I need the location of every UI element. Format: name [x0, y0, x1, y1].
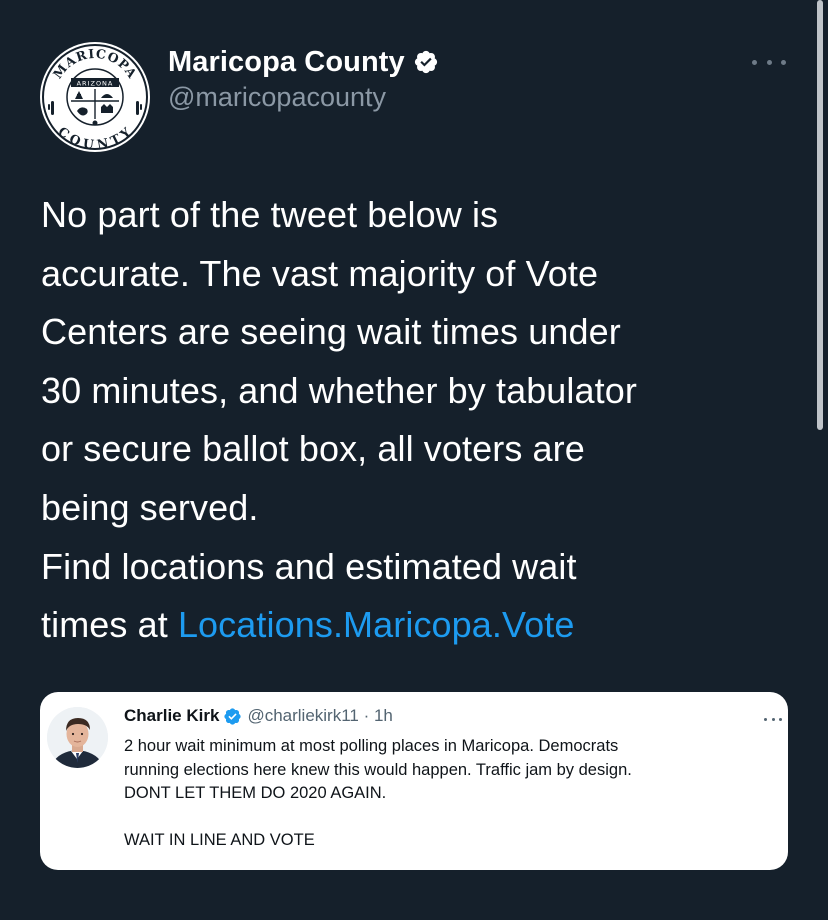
more-dot-icon — [779, 717, 782, 721]
tweet-body-text: No part of the tweet below is accurate. … — [41, 186, 801, 655]
tweet-text-line: accurate. The vast majority of Vote — [41, 252, 599, 294]
maricopa-county-seal-avatar[interactable]: MARICOPA COUNTY ARIZONA — [39, 41, 151, 153]
tweet-text-last-line: times at Locations.Maricopa.Vote — [41, 596, 801, 655]
verified-badge-icon — [414, 50, 437, 74]
tweet-author: Maricopa County @maricopacounty — [168, 42, 439, 113]
more-dot-icon — [752, 59, 757, 65]
scrollbar[interactable] — [817, 0, 823, 430]
quoted-text-line: DONT LET THEM DO 2020 AGAIN. — [124, 784, 387, 803]
quoted-text-spacer — [124, 806, 774, 830]
more-dot-icon — [771, 717, 775, 721]
quoted-author-avatar[interactable] — [47, 707, 108, 768]
quoted-text-line: WAIT IN LINE AND VOTE — [124, 831, 315, 850]
quoted-tweet-header: Charlie Kirk @charliekirk11 · 1h — [124, 706, 393, 726]
tweet-text-prefix: times at — [41, 604, 178, 646]
quoted-text-line: 2 hour wait minimum at most polling plac… — [124, 737, 619, 755]
more-options-button[interactable] — [752, 52, 786, 72]
locations-link[interactable]: Locations.Maricopa.Vote — [178, 604, 575, 645]
quoted-tweet-text: 2 hour wait minimum at most polling plac… — [124, 735, 774, 853]
author-handle[interactable]: @maricopacounty — [168, 82, 439, 113]
display-name-row: Maricopa County — [168, 42, 439, 82]
quoted-author-name[interactable]: Charlie Kirk — [124, 706, 219, 726]
tweet-text-line: being served. — [41, 486, 259, 528]
author-display-name[interactable]: Maricopa County — [168, 46, 405, 79]
tweet-text-line: No part of the tweet below is — [41, 194, 499, 235]
header-separator: · — [358, 706, 374, 725]
more-dot-icon — [766, 59, 772, 65]
tweet-text-line: or secure ballot box, all voters are — [41, 428, 585, 470]
seal-state-text: ARIZONA — [77, 80, 114, 88]
more-dot-icon — [764, 717, 767, 721]
quoted-tweet-card[interactable]: Charlie Kirk @charliekirk11 · 1h 2 hour … — [40, 692, 788, 870]
quoted-text-line: running elections here knew this would h… — [124, 760, 632, 779]
quoted-more-options-button[interactable] — [764, 716, 782, 722]
quoted-tweet-time[interactable]: 1h — [374, 706, 393, 726]
tweet-text-line: Centers are seeing wait times under — [41, 311, 621, 353]
tweet-text-line: 30 minutes, and whether by tabulator — [41, 369, 637, 411]
verified-badge-icon — [224, 707, 242, 725]
quoted-author-handle[interactable]: @charliekirk11 — [247, 706, 358, 726]
tweet-card: MARICOPA COUNTY ARIZONA Maricopa County … — [0, 0, 828, 920]
tweet-text-line: Find locations and estimated wait — [41, 545, 577, 587]
more-dot-icon — [781, 59, 786, 65]
